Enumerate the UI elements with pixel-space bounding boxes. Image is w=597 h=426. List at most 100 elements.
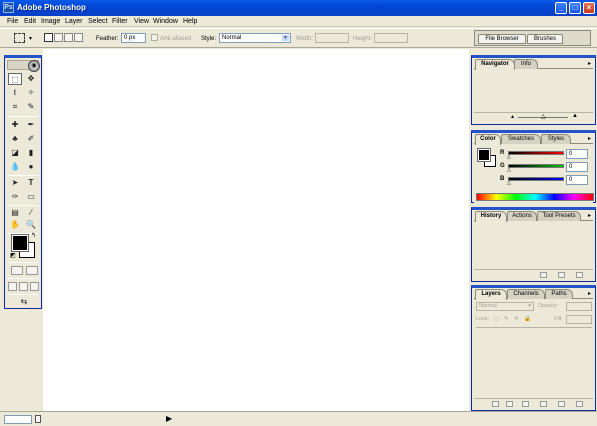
full-screen-mode-button[interactable] [30,282,39,291]
tab-paths[interactable]: Paths [545,289,573,299]
tab-layers[interactable]: Layers [475,289,507,300]
path-selection-tool-icon[interactable]: ➤ [8,177,22,189]
tab-swatches[interactable]: Swatches [501,134,541,144]
tab-brushes[interactable]: Brushes [527,34,563,44]
slider-thumb-icon[interactable]: △ [507,181,511,186]
notes-tool-icon[interactable]: ▤ [8,207,22,219]
slider-blue-bar[interactable] [508,177,564,181]
palette-menu-icon[interactable]: ▸ [588,60,591,68]
full-screen-menu-mode-button[interactable] [19,282,28,291]
new-layer-icon[interactable] [558,401,565,407]
opacity-input[interactable] [566,302,592,311]
hand-tool-icon[interactable]: ✋ [8,219,22,231]
clone-stamp-tool-icon[interactable]: ♣ [8,133,22,145]
quick-mask-mode-button[interactable] [26,266,38,275]
slider-green[interactable]: G △ 0 [500,162,592,173]
layer-mask-icon[interactable] [506,401,513,407]
menu-window[interactable]: Window [153,17,178,26]
color-fg-swatch[interactable] [477,148,491,162]
zoom-field[interactable] [4,415,32,424]
tab-styles[interactable]: Styles [541,134,571,144]
lock-position-icon[interactable]: ✛ [514,316,519,323]
palette-menu-icon[interactable]: ▸ [588,212,591,220]
minimize-button[interactable]: _ [555,2,567,14]
blend-mode-select[interactable]: Normal ▾ [476,302,534,311]
foreground-color-swatch[interactable] [11,234,29,252]
palette-menu-icon[interactable]: ▸ [588,135,591,143]
menu-help[interactable]: Help [183,17,197,26]
dodge-tool-icon[interactable]: ● [24,161,38,173]
new-snapshot-icon[interactable] [558,272,565,278]
slider-green-bar[interactable] [508,164,564,168]
shape-tool-icon[interactable]: ▭ [24,191,38,203]
trash-icon[interactable] [576,401,583,407]
menu-image[interactable]: Image [41,17,60,26]
workspace-canvas[interactable] [43,49,469,411]
zoom-out-icon[interactable]: ▲ [510,114,515,120]
menu-layer[interactable]: Layer [65,17,83,26]
tab-info[interactable]: Info [514,59,538,69]
marquee-tool-icon[interactable]: ⬚ [8,73,22,85]
maximize-button[interactable]: □ [569,2,581,14]
slider-blue[interactable]: B △ 0 [500,175,592,186]
blur-tool-icon[interactable]: 💧 [8,161,22,173]
zoom-in-icon[interactable]: ▲ [572,113,578,119]
eyedropper-tool-icon[interactable]: ⁄ [24,207,38,219]
tab-actions[interactable]: Actions [507,211,537,221]
jump-to-imageready-icon[interactable]: ⇆ [15,296,33,308]
layer-style-icon[interactable] [492,401,499,407]
menu-select[interactable]: Select [88,17,107,26]
status-menu-arrow-icon[interactable]: ▶ [166,414,172,424]
new-document-from-state-icon[interactable] [540,272,547,278]
feather-input[interactable]: 0 px [121,33,146,43]
tab-file-browser[interactable]: File Browser [478,34,526,44]
tab-channels[interactable]: Channels [507,289,545,299]
fill-input[interactable] [566,315,592,324]
trash-icon[interactable] [576,272,583,278]
type-tool-icon[interactable]: T [24,177,38,189]
eraser-tool-icon[interactable]: ◪ [8,147,22,159]
slider-green-value[interactable]: 0 [566,162,588,172]
slider-blue-value[interactable]: 0 [566,175,588,185]
healing-brush-tool-icon[interactable]: ✚ [8,119,22,131]
slice-tool-icon[interactable]: ✎ [24,101,38,113]
style-select[interactable]: Normal ▼ [219,33,291,43]
default-colors-icon[interactable]: ◩ [10,252,16,259]
color-spectrum-ramp[interactable] [476,193,594,201]
crop-tool-icon[interactable]: ⌗ [8,101,22,113]
lock-paint-icon[interactable]: ✎ [504,316,509,323]
move-tool-icon[interactable]: ✥ [24,73,38,85]
slider-red-value[interactable]: 0 [566,149,588,159]
tab-tool-presets[interactable]: Tool Presets [537,211,581,221]
lock-transparency-icon[interactable]: ▢ [494,316,499,323]
menu-edit[interactable]: Edit [24,17,36,26]
palette-menu-icon[interactable]: ▸ [588,290,591,298]
standard-screen-mode-button[interactable] [8,282,17,291]
zoom-slider-thumb-icon[interactable]: △ [541,113,546,120]
slider-red-bar[interactable] [508,151,564,155]
menu-filter[interactable]: Filter [112,17,128,26]
lasso-tool-icon[interactable]: ℓ [8,87,22,99]
gradient-tool-icon[interactable]: ▮ [24,147,38,159]
pen-tool-icon[interactable]: ✑ [8,191,22,203]
magic-wand-tool-icon[interactable]: ✧ [24,87,38,99]
width-input[interactable] [315,33,349,43]
menu-view[interactable]: View [134,17,149,26]
history-brush-tool-icon[interactable]: ✐ [24,133,38,145]
preset-dropdown-icon[interactable]: ▾ [29,35,32,42]
intersect-selection-button[interactable] [74,33,83,42]
marquee-tool-preset-icon[interactable] [14,33,25,43]
antialiased-checkbox[interactable] [151,34,158,41]
slider-thumb-icon[interactable]: △ [507,155,511,160]
subtract-selection-button[interactable] [64,33,73,42]
close-button[interactable]: × [583,2,595,14]
height-input[interactable] [374,33,408,43]
add-selection-button[interactable] [54,33,63,42]
brush-tool-icon[interactable]: ✒ [24,119,38,131]
slider-thumb-icon[interactable]: △ [507,168,511,173]
lock-all-icon[interactable]: 🔒 [524,316,531,323]
tab-color[interactable]: Color [475,134,501,145]
zoom-tool-icon[interactable]: 🔍 [24,219,38,231]
adjustment-layer-icon[interactable] [540,401,547,407]
tab-navigator[interactable]: Navigator [475,59,515,70]
